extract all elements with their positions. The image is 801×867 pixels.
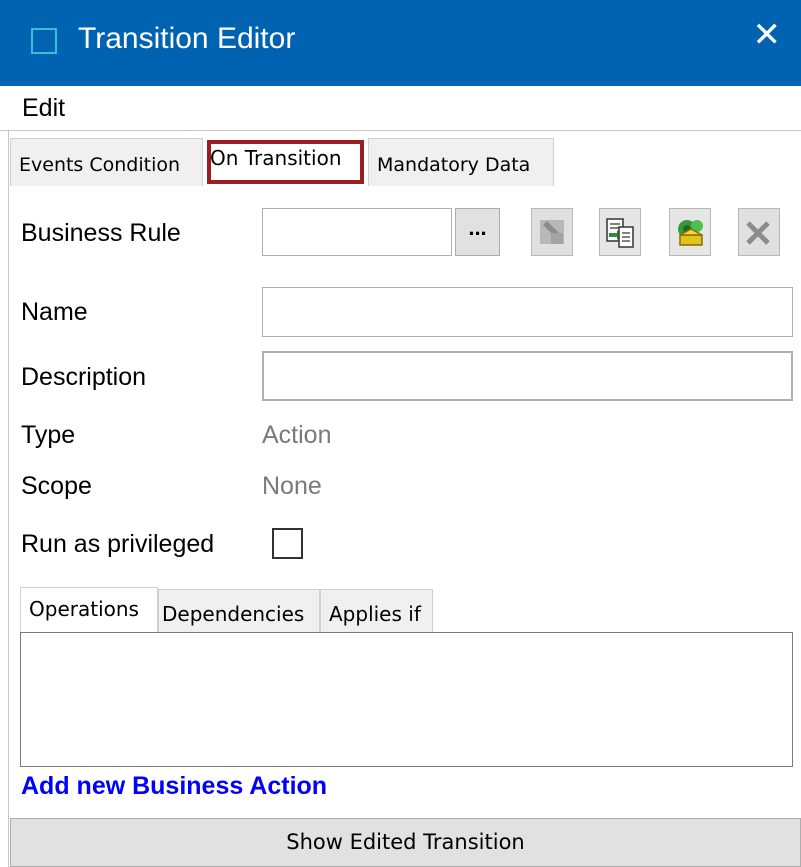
- operations-panel[interactable]: [20, 632, 793, 767]
- window-icon: [31, 28, 57, 54]
- copy-rule-button[interactable]: [599, 208, 641, 256]
- new-rule-button[interactable]: [669, 208, 711, 256]
- type-label: Type: [21, 421, 76, 449]
- window-title: Transition Editor: [78, 22, 296, 55]
- type-value: Action: [262, 421, 332, 449]
- title-bar: Transition Editor ✕: [0, 0, 801, 86]
- remove-rule-icon: [746, 221, 770, 245]
- tab-dependencies[interactable]: Dependencies: [158, 589, 320, 633]
- business-rule-label: Business Rule: [21, 219, 181, 247]
- edit-rule-button[interactable]: [531, 208, 573, 256]
- description-input[interactable]: [262, 351, 793, 401]
- close-icon[interactable]: ✕: [753, 18, 782, 52]
- name-label: Name: [21, 298, 88, 326]
- remove-rule-button[interactable]: [738, 208, 780, 256]
- scope-label: Scope: [21, 472, 92, 500]
- tab-events-condition[interactable]: Events Condition: [10, 138, 203, 186]
- tab-applies-if[interactable]: Applies if: [320, 589, 433, 633]
- tab-on-transition[interactable]: On Transition: [203, 138, 366, 186]
- tab-on-transition-label: On Transition: [210, 146, 342, 170]
- panel-border: [8, 131, 9, 867]
- scope-value: None: [262, 472, 322, 500]
- description-label: Description: [21, 363, 147, 391]
- new-rule-icon: [678, 220, 703, 246]
- run-as-privileged-checkbox[interactable]: [272, 528, 303, 559]
- name-input[interactable]: [262, 287, 793, 337]
- add-business-action-link[interactable]: Add new Business Action: [21, 772, 327, 801]
- menu-edit[interactable]: Edit: [22, 94, 65, 123]
- menu-bar: Edit: [0, 86, 801, 131]
- business-rule-input[interactable]: [262, 208, 452, 256]
- tab-mandatory-data[interactable]: Mandatory Data: [368, 138, 554, 186]
- run-as-privileged-label: Run as privileged: [21, 530, 215, 558]
- tab-operations[interactable]: Operations: [20, 587, 158, 633]
- copy-rule-icon: [606, 218, 634, 248]
- edit-rule-icon: [540, 220, 564, 244]
- browse-button[interactable]: ...: [455, 208, 500, 256]
- show-edited-transition-button[interactable]: Show Edited Transition: [10, 818, 801, 867]
